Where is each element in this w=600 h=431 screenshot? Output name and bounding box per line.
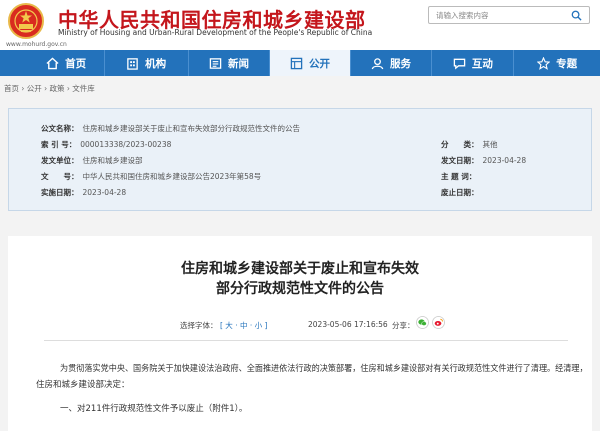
nav-label: 服务 bbox=[389, 57, 411, 70]
nav-label: 机构 bbox=[145, 57, 167, 70]
meta-category-row: 分 类： 其他 bbox=[441, 139, 498, 150]
home-icon bbox=[46, 56, 59, 69]
weibo-share-icon[interactable] bbox=[432, 316, 445, 329]
nav-label: 互动 bbox=[471, 57, 493, 70]
meta-date-label: 发文日期： bbox=[441, 156, 479, 165]
service-icon bbox=[371, 57, 384, 69]
site-subtitle: Ministry of Housing and Urban-Rural Deve… bbox=[58, 28, 373, 37]
nav-label: 公开 bbox=[308, 57, 330, 70]
paragraph-intro-line1: 为贯彻落实党中央、国务院关于加快建设法治政府、全面推进依法行政的决策部署，住房和… bbox=[60, 364, 588, 374]
meta-index-row: 索 引 号： 000013338/2023-00238 bbox=[41, 139, 171, 150]
site-url: www.mohurd.gov.cn bbox=[6, 41, 67, 48]
meta-docno-row: 文 号： 中华人民共和国住房和城乡建设部公告2023年第58号 bbox=[41, 171, 261, 182]
article-title-line2: 部分行政规范性文件的公告 bbox=[216, 281, 384, 297]
nav-item-news[interactable]: 新闻 bbox=[189, 50, 271, 76]
nav-item-service[interactable]: 服务 bbox=[351, 50, 433, 76]
search-placeholder: 请输入搜索内容 bbox=[436, 10, 489, 20]
meta-docno-label: 文 号： bbox=[41, 172, 79, 181]
nav-item-interaction[interactable]: 互动 bbox=[432, 50, 515, 76]
paragraph-item-1: 一、对211件行政规范性文件予以废止（附件1）。 bbox=[60, 404, 248, 414]
meta-effective-value: 2023-04-28 bbox=[82, 188, 127, 197]
font-select-label: 选择字体： bbox=[180, 321, 218, 330]
nav-label: 专题 bbox=[556, 57, 578, 70]
meta-repeal-row: 废止日期： bbox=[441, 187, 479, 198]
search-icon[interactable] bbox=[571, 10, 582, 21]
site-header: 中华人民共和国住房和城乡建设部 Ministry of Housing and … bbox=[0, 0, 600, 50]
publish-time: 2023-05-06 17:16:56 bbox=[308, 320, 388, 329]
meta-issuer-value: 住房和城乡建设部 bbox=[82, 156, 143, 165]
meta-category-label: 分 类： bbox=[441, 140, 479, 149]
news-icon bbox=[209, 57, 222, 69]
main-nav: 首页 机构 新闻 公开 服务 互动 专题 bbox=[0, 50, 600, 76]
nav-item-agency[interactable]: 机构 bbox=[105, 50, 189, 76]
nav-item-home[interactable]: 首页 bbox=[29, 50, 105, 76]
meta-title-label: 公文名称： bbox=[41, 124, 79, 133]
font-size-options[interactable]: [ 大 · 中 · 小 ] bbox=[220, 320, 267, 331]
meta-topic-label: 主 题 词： bbox=[441, 172, 477, 181]
article-divider bbox=[44, 340, 568, 341]
document-meta-box: 公文名称： 住房和城乡建设部关于废止和宣布失效部分行政规范性文件的公告 索 引 号… bbox=[8, 108, 592, 211]
paragraph-intro-line2: 住房和城乡建设部决定： bbox=[36, 380, 130, 390]
nav-item-topic[interactable]: 专题 bbox=[514, 50, 600, 76]
meta-index-label: 索 引 号： bbox=[41, 140, 77, 149]
national-emblem-icon bbox=[8, 3, 44, 39]
building-icon bbox=[127, 57, 138, 70]
meta-index-value: 000013338/2023-00238 bbox=[80, 140, 172, 149]
meta-title-row: 公文名称： 住房和城乡建设部关于废止和宣布失效部分行政规范性文件的公告 bbox=[41, 123, 300, 134]
wechat-share-icon[interactable] bbox=[416, 316, 429, 329]
meta-effective-row: 实施日期： 2023-04-28 bbox=[41, 187, 126, 198]
nav-label: 首页 bbox=[65, 57, 87, 70]
meta-title-value: 住房和城乡建设部关于废止和宣布失效部分行政规范性文件的公告 bbox=[82, 124, 301, 133]
meta-effective-label: 实施日期： bbox=[41, 188, 79, 197]
share-label: 分享： bbox=[392, 321, 415, 330]
meta-docno-value: 中华人民共和国住房和城乡建设部公告2023年第58号 bbox=[82, 172, 262, 181]
article-title-line1: 住房和城乡建设部关于废止和宣布失效 bbox=[181, 261, 419, 277]
nav-item-open[interactable]: 公开 bbox=[270, 50, 351, 76]
meta-category-value: 其他 bbox=[482, 140, 498, 149]
meta-issuer-label: 发文单位： bbox=[41, 156, 79, 165]
topic-icon bbox=[537, 56, 551, 70]
search-input[interactable]: 请输入搜索内容 bbox=[428, 6, 590, 24]
meta-date-row: 发文日期： 2023-04-28 bbox=[441, 155, 526, 166]
article-info-bar: 选择字体： [ 大 · 中 · 小 ] 2023-05-06 17:16:56 … bbox=[8, 317, 592, 333]
meta-issuer-row: 发文单位： 住房和城乡建设部 bbox=[41, 155, 143, 166]
meta-date-value: 2023-04-28 bbox=[482, 156, 527, 165]
article-body: 住房和城乡建设部关于废止和宣布失效 部分行政规范性文件的公告 选择字体： [ 大… bbox=[8, 236, 592, 431]
open-icon bbox=[290, 57, 303, 69]
meta-repeal-label: 废止日期： bbox=[441, 188, 479, 197]
meta-topic-row: 主 题 词： bbox=[441, 171, 476, 182]
interaction-icon bbox=[453, 58, 466, 70]
breadcrumb[interactable]: 首页 › 公开 › 政策 › 文件库 bbox=[4, 83, 95, 94]
nav-label: 新闻 bbox=[228, 57, 250, 70]
